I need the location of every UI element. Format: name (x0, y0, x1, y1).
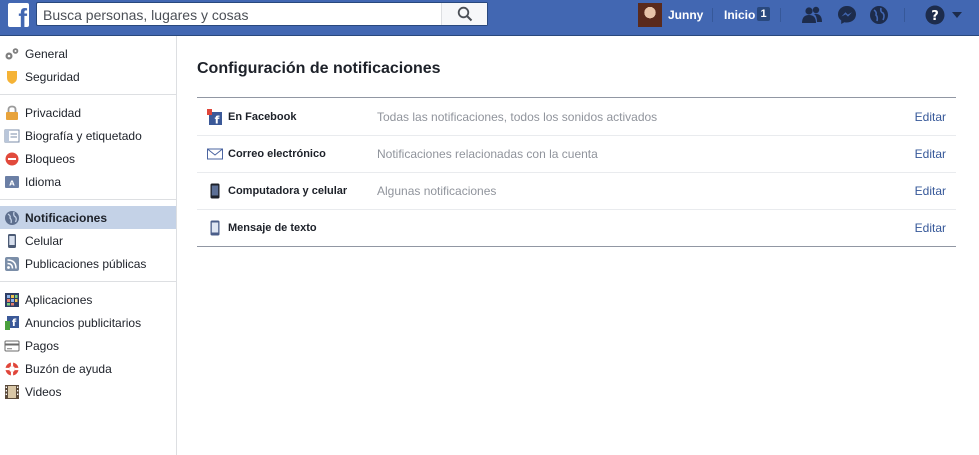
home-link[interactable]: Inicio (724, 8, 755, 22)
setting-description: Algunas notificaciones (377, 184, 497, 198)
sidebar-item-general[interactable]: General (0, 42, 176, 65)
messenger-icon[interactable] (836, 4, 858, 26)
main-content: Configuración de notificaciones f En Face… (197, 36, 956, 247)
globe-icon (4, 210, 20, 226)
sidebar-item-label: Seguridad (25, 69, 80, 84)
page-title: Configuración de notificaciones (197, 60, 441, 77)
sidebar-item-notificaciones[interactable]: Notificaciones (0, 206, 176, 229)
notification-setting-row: f En Facebook Todas las notificaciones, to… (197, 98, 956, 135)
sidebar-item-label: Pagos (25, 338, 60, 353)
settings-sidebar: General Seguridad Privacidad Biografía y et… (0, 36, 177, 455)
search-input[interactable] (43, 6, 443, 23)
sidebar-item-videos[interactable]: Videos (0, 380, 176, 403)
divider (904, 8, 905, 22)
film-icon (4, 384, 20, 400)
avatar[interactable] (638, 3, 662, 27)
help-icon[interactable]: ? (924, 4, 946, 26)
sidebar-item-aplicaciones[interactable]: Aplicaciones (0, 288, 176, 311)
setting-label: En Facebook (228, 110, 297, 123)
sms-phone-icon (207, 220, 223, 236)
chevron-down-icon[interactable] (950, 8, 964, 22)
card-icon (4, 338, 20, 354)
sidebar-item-pagos[interactable]: Pagos (0, 334, 176, 357)
sidebar-item-label: Notificaciones (25, 210, 108, 225)
sidebar-item-publicaciones-publicas[interactable]: Publicaciones públicas (0, 252, 176, 275)
edit-link[interactable]: Editar (915, 147, 946, 161)
phone-icon (207, 183, 223, 199)
sidebar-item-seguridad[interactable]: Seguridad (0, 65, 176, 88)
shield-icon (4, 69, 20, 85)
gears-icon (4, 46, 20, 62)
search-box (36, 2, 488, 26)
sidebar-group: Notificaciones Celular Publicaciones públi… (0, 200, 176, 282)
svg-text:f: f (12, 318, 17, 329)
sidebar-item-label: Biografía y etiquetado (25, 128, 142, 143)
search-button[interactable] (441, 3, 487, 25)
edit-link[interactable]: Editar (915, 221, 946, 235)
sidebar-item-bloqueos[interactable]: Bloqueos (0, 147, 176, 170)
lock-icon (4, 105, 20, 121)
sidebar-item-label: Idioma (25, 174, 62, 189)
sidebar-item-label: Publicaciones públicas (25, 256, 147, 271)
sidebar-group: General Seguridad (0, 36, 176, 95)
svg-text:?: ? (931, 9, 939, 24)
mobile-icon (4, 233, 20, 249)
svg-text:A: A (9, 179, 15, 187)
notification-settings-table: f En Facebook Todas las notificaciones, to… (197, 97, 956, 247)
ads-icon: f (4, 315, 20, 331)
sidebar-item-label: Celular (25, 233, 64, 248)
sidebar-item-buzon-de-ayuda[interactable]: Buzón de ayuda (0, 357, 176, 380)
sidebar-item-label: Bloqueos (25, 151, 76, 166)
envelope-icon (207, 146, 223, 162)
setting-label: Correo electrónico (228, 148, 326, 160)
apps-icon (4, 292, 20, 308)
setting-description: Todas las notificaciones, todos los soni… (377, 109, 658, 124)
sidebar-item-privacidad[interactable]: Privacidad (0, 101, 176, 124)
divider (712, 8, 713, 22)
notification-setting-row: Mensaje de texto Editar (197, 209, 956, 246)
block-icon (4, 151, 20, 167)
sidebar-item-label: Anuncios publicitarios (25, 315, 142, 330)
sidebar-item-label: General (25, 46, 68, 61)
notification-setting-row: Computadora y celular Algunas notificacio… (197, 172, 956, 209)
notification-setting-row: Correo electrónico Notificaciones relacio… (197, 135, 956, 172)
lifebuoy-icon (4, 361, 20, 377)
sidebar-item-celular[interactable]: Celular (0, 229, 176, 252)
edit-link[interactable]: Editar (915, 184, 946, 198)
divider (780, 8, 781, 22)
rss-icon (4, 256, 20, 272)
facebook-notification-icon: f (207, 108, 223, 126)
edit-link[interactable]: Editar (915, 110, 946, 124)
setting-label: Mensaje de texto (228, 222, 317, 234)
setting-description: Notificaciones relacionadas con la cuent… (377, 147, 598, 161)
sidebar-group: Aplicaciones f Anuncios publicitarios Pagos… (0, 282, 176, 409)
timeline-icon (4, 128, 20, 144)
sidebar-item-label: Videos (25, 384, 62, 399)
facebook-logo-icon[interactable]: f (8, 3, 29, 27)
sidebar-item-label: Privacidad (25, 105, 82, 120)
svg-text:f: f (215, 113, 220, 125)
sidebar-item-idioma[interactable]: A Idioma (0, 170, 176, 193)
profile-link[interactable]: Junny (668, 8, 703, 22)
sidebar-item-anuncios-publicitarios[interactable]: f Anuncios publicitarios (0, 311, 176, 334)
home-count-badge: 1 (757, 7, 770, 21)
sidebar-item-biografia-y-etiquetado[interactable]: Biografía y etiquetado (0, 124, 176, 147)
search-icon (457, 6, 472, 22)
globe-notifications-icon[interactable] (868, 4, 890, 26)
friend-requests-icon[interactable] (801, 4, 823, 26)
sidebar-item-label: Buzón de ayuda (25, 361, 112, 376)
top-navigation-bar: f Junny Inicio 1 ? (0, 0, 979, 36)
setting-label: Computadora y celular (228, 185, 348, 197)
language-icon: A (4, 174, 20, 190)
sidebar-group: Privacidad Biografía y etiquetado Bloqueos… (0, 95, 176, 200)
sidebar-item-label: Aplicaciones (25, 292, 93, 307)
